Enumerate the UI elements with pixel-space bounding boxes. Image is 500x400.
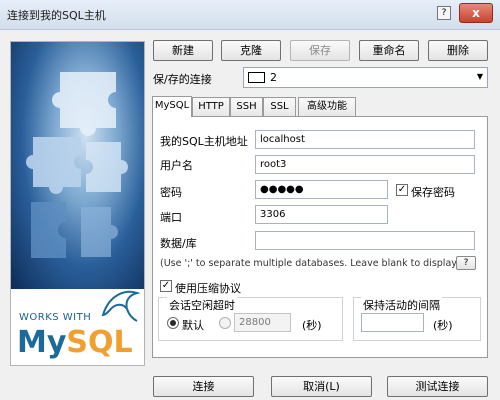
password-input[interactable]: ●●●●● (255, 180, 388, 199)
port-input[interactable]: 3306 (255, 205, 388, 224)
session-timeout-label: 会话空闲超时 (167, 297, 237, 313)
delete-button[interactable]: 删除 (428, 40, 488, 61)
saved-connections-select[interactable]: 2 ▼ (243, 67, 488, 88)
mysql-logo-sql: SQL (66, 325, 133, 360)
save-password-checkbox[interactable]: ✓ (396, 184, 408, 196)
saved-connections-value: 2 (270, 71, 277, 84)
username-input[interactable]: root3 (255, 155, 475, 174)
dolphin-icon (101, 290, 141, 322)
timeout-input[interactable]: 28800 (234, 313, 291, 332)
custom-timeout-radio[interactable] (219, 317, 231, 329)
new-button[interactable]: 新建 (153, 40, 213, 61)
mysql-logo: MySQL (17, 325, 133, 360)
password-label: 密码 (160, 186, 182, 199)
saved-connections-label: 保/存的连接 (153, 73, 212, 86)
username-label: 用户名 (160, 159, 193, 172)
timeout-seconds-label: (秒) (302, 319, 322, 332)
tab-ssh[interactable]: SSH (230, 97, 263, 116)
window-title: 连接到我的SQL主机 (7, 9, 106, 22)
chevron-down-icon: ▼ (476, 72, 483, 81)
puzzle-pieces-icon (26, 72, 128, 258)
keepalive-input[interactable] (361, 313, 424, 332)
database-label: 数据/库 (160, 237, 197, 250)
save-password-label: 保存密码 (411, 186, 455, 199)
default-timeout-label: 默认 (182, 319, 204, 332)
connection-color-swatch (248, 72, 265, 83)
database-hint: (Use ';' to separate multiple databases.… (160, 258, 475, 269)
host-input[interactable]: localhost (255, 130, 475, 149)
clone-button[interactable]: 克隆 (221, 40, 281, 61)
keepalive-seconds-label: (秒) (433, 319, 453, 332)
database-help-button[interactable]: ? (456, 256, 476, 270)
tab-mysql[interactable]: MySQL (152, 96, 192, 117)
save-button[interactable]: 保存 (290, 40, 350, 61)
host-label: 我的SQL主机地址 (160, 135, 248, 148)
title-bar: 连接到我的SQL主机 ? x (0, 0, 500, 30)
test-connection-button[interactable]: 测试连接 (387, 376, 488, 397)
database-input[interactable] (255, 231, 475, 250)
close-button[interactable]: x (459, 3, 493, 23)
mysql-logo-my: My (17, 325, 67, 360)
tab-advanced[interactable]: 高级功能 (298, 97, 356, 116)
rename-button[interactable]: 重命名 (359, 40, 419, 61)
compression-label: 使用压缩协议 (175, 282, 241, 295)
works-with-text: WORKS WITH (19, 312, 92, 323)
keepalive-label: 保持活动的间隔 (361, 297, 442, 313)
puzzle-image (11, 42, 144, 289)
tab-http[interactable]: HTTP (192, 97, 230, 116)
compression-checkbox[interactable]: ✓ (160, 280, 172, 292)
cancel-button[interactable]: 取消(L) (271, 376, 372, 397)
connect-button[interactable]: 连接 (153, 376, 254, 397)
help-button[interactable]: ? (437, 6, 451, 20)
banner-image: WORKS WITH MySQL (10, 41, 145, 366)
default-timeout-radio[interactable] (167, 317, 179, 329)
tab-ssl[interactable]: SSL (263, 97, 296, 116)
port-label: 端口 (160, 211, 182, 224)
